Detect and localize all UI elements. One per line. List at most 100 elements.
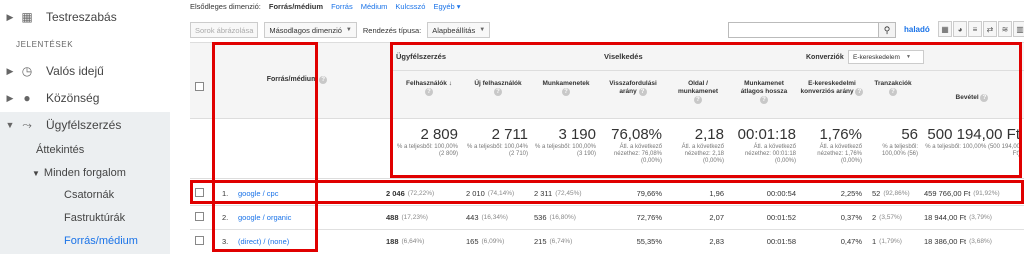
dimension-link-keyword[interactable]: Kulcsszó	[395, 2, 425, 11]
caret-right-icon: ▶	[6, 92, 14, 103]
col-label: Felhasználók	[406, 80, 447, 87]
cell-users: 2 046 (72,22%)	[386, 188, 435, 198]
help-icon[interactable]: ?	[638, 88, 647, 96]
row-index: 3.	[222, 236, 229, 246]
chevron-down-icon: ▼	[905, 54, 911, 60]
performance-view-icon[interactable]: ≡	[968, 21, 982, 37]
row-source-link[interactable]: google / cpc	[238, 182, 348, 204]
sidebar-item-audience[interactable]: ▶ ● Közönség	[0, 85, 100, 111]
col-label: Tranzakciók	[874, 80, 912, 87]
col-label: Új felhasználók	[474, 80, 522, 87]
sidebar-item-realtime[interactable]: ▶ ◷ Valós idejű	[0, 58, 104, 84]
sidebar-item-channels[interactable]: Csatornák	[64, 184, 114, 206]
cell-pages: 2,07	[709, 212, 724, 222]
conversion-dropdown[interactable]: E-kereskedelem ▼	[848, 50, 924, 64]
col-label: Bevétel	[955, 94, 979, 101]
dimension-header[interactable]: Forrás/médium ?	[222, 76, 372, 84]
cell-revenue: 459 766,00 Ft (91,92%)	[924, 188, 1000, 198]
col-conversion-rate[interactable]: E-kereskedelmi konverziós arány ?	[800, 80, 864, 96]
cell-pages: 2,83	[709, 236, 724, 246]
chevron-down-icon: ▼	[479, 27, 486, 33]
sidebar-item-label: Ügyfélszerzés	[46, 118, 122, 132]
sort-label: Rendezés típusa:	[362, 25, 422, 35]
sidebar-item-source-medium[interactable]: Forrás/médium	[64, 230, 138, 252]
col-label: E-kereskedelmi konverziós arány	[800, 80, 856, 95]
comparison-view-icon[interactable]: ⇄	[983, 21, 997, 37]
col-revenue[interactable]: Bevétel ?	[924, 94, 1020, 102]
cell-transactions: 2 (3,57%)	[872, 212, 902, 222]
col-avg-duration[interactable]: Munkamenet átlagos hossza?	[732, 80, 796, 104]
cell-sessions: 215 (6,74%)	[534, 236, 573, 246]
help-icon[interactable]: ?	[562, 88, 570, 96]
help-icon[interactable]: ?	[855, 88, 864, 96]
help-icon[interactable]: ?	[319, 76, 328, 84]
row-source-link[interactable]: google / organic	[238, 206, 348, 228]
sidebar-item-all-traffic[interactable]: ▼ Minden forgalom	[32, 162, 126, 184]
col-label: Visszafordulási arány	[609, 80, 657, 95]
total-new-users: 2 711	[491, 126, 528, 143]
sort-type-dropdown[interactable]: Alapbeállítás ▼	[427, 22, 491, 38]
total-new-users-sub: % a teljesből: 100,04% (2 710)	[466, 144, 528, 157]
primary-dimension-bar: Elsődleges dimenzió: Forrás/médium Forrá…	[190, 0, 461, 12]
total-pages: 2,18	[694, 126, 724, 143]
pivot-view-icon[interactable]: ▥	[1013, 21, 1024, 37]
secondary-dimension-dropdown[interactable]: Másodlagos dimenzió ▼	[264, 22, 357, 38]
cell-pages: 1,96	[709, 188, 724, 198]
caret-right-icon: ▶	[6, 11, 14, 22]
person-icon: ●	[23, 91, 31, 105]
dimension-link-other[interactable]: Egyéb ▾	[433, 2, 460, 11]
search-input[interactable]	[728, 22, 896, 38]
sidebar-item-customization[interactable]: ▶ ▦ Testreszabás	[0, 4, 117, 30]
cell-duration: 00:01:58	[766, 236, 796, 246]
term-cloud-icon[interactable]: ≋	[998, 21, 1012, 37]
dimension-link-medium[interactable]: Médium	[361, 2, 388, 11]
total-conv-rate-sub: Átl. a következő nézethez: 1,76% (0,00%)	[817, 144, 862, 164]
dashboard-icon: ▦	[21, 10, 33, 24]
search-icon[interactable]: ⚲	[878, 22, 896, 38]
sidebar-item-label: Minden forgalom	[43, 167, 126, 179]
cell-bounce: 79,66%	[636, 188, 662, 198]
help-icon[interactable]: ?	[425, 88, 433, 96]
col-bounce-rate[interactable]: Visszafordulási arány ?	[602, 80, 664, 96]
col-sessions[interactable]: Munkamenetek?	[534, 80, 598, 96]
dimension-link-source[interactable]: Forrás	[331, 2, 353, 11]
cell-sessions: 536 (16,80%)	[534, 212, 576, 222]
total-duration-sub: Átl. a következő nézethez: 00:01:18 (0,0…	[744, 144, 796, 164]
cell-conv-rate: 0,47%	[840, 236, 862, 246]
divider	[190, 118, 1024, 119]
sidebar-item-treemaps[interactable]: Fastruktúrák	[64, 207, 125, 229]
toolbar: Sorok ábrázolása Másodlagos dimenzió ▼ R…	[190, 20, 491, 40]
help-icon[interactable]: ?	[889, 88, 897, 96]
view-switcher: ▦ ◕ ≡ ⇄ ≋ ▥	[938, 21, 1024, 37]
clock-icon: ◷	[21, 64, 33, 78]
select-all-checkbox[interactable]	[195, 82, 204, 91]
col-pages-per-session[interactable]: Oldal / munkamenet?	[668, 80, 728, 104]
table-view-icon[interactable]: ▦	[938, 21, 952, 37]
sidebar-item-acquisition[interactable]: ▼ ⤳ Ügyfélszerzés	[0, 112, 122, 138]
plot-rows-button[interactable]: Sorok ábrázolása	[190, 22, 259, 38]
divider	[190, 178, 1024, 179]
total-sessions: 3 190	[558, 126, 596, 143]
help-icon[interactable]: ?	[494, 88, 502, 96]
group-conversions: Konverziók	[806, 54, 844, 61]
pie-view-icon[interactable]: ◕	[953, 21, 967, 37]
sidebar-item-overview[interactable]: Áttekintés	[36, 139, 84, 161]
help-icon[interactable]: ?	[694, 96, 702, 104]
total-transactions-sub: % a teljesből: 100,00% (56)	[881, 144, 918, 157]
row-index: 1.	[222, 188, 229, 198]
section-label: JELENTÉSEK	[16, 40, 74, 49]
col-new-users[interactable]: Új felhasználók?	[466, 80, 530, 96]
col-transactions[interactable]: Tranzakciók?	[866, 80, 920, 96]
col-users[interactable]: Felhasználók ↓?	[396, 80, 462, 96]
advanced-filter-link[interactable]: haladó	[904, 25, 930, 34]
cell-transactions: 1 (1,79%)	[872, 236, 902, 246]
row-source-link[interactable]: (direct) / (none)	[238, 230, 348, 252]
chevron-down-icon: ▼	[345, 27, 352, 33]
help-icon[interactable]: ?	[760, 96, 768, 104]
help-icon[interactable]: ?	[980, 94, 989, 102]
cell-users: 488 (17,23%)	[386, 212, 428, 222]
caret-down-icon: ▼	[32, 168, 40, 178]
caret-right-icon: ▶	[6, 65, 14, 76]
dimension-active[interactable]: Forrás/médium	[269, 2, 323, 11]
sidebar-item-label: Testreszabás	[46, 10, 117, 24]
